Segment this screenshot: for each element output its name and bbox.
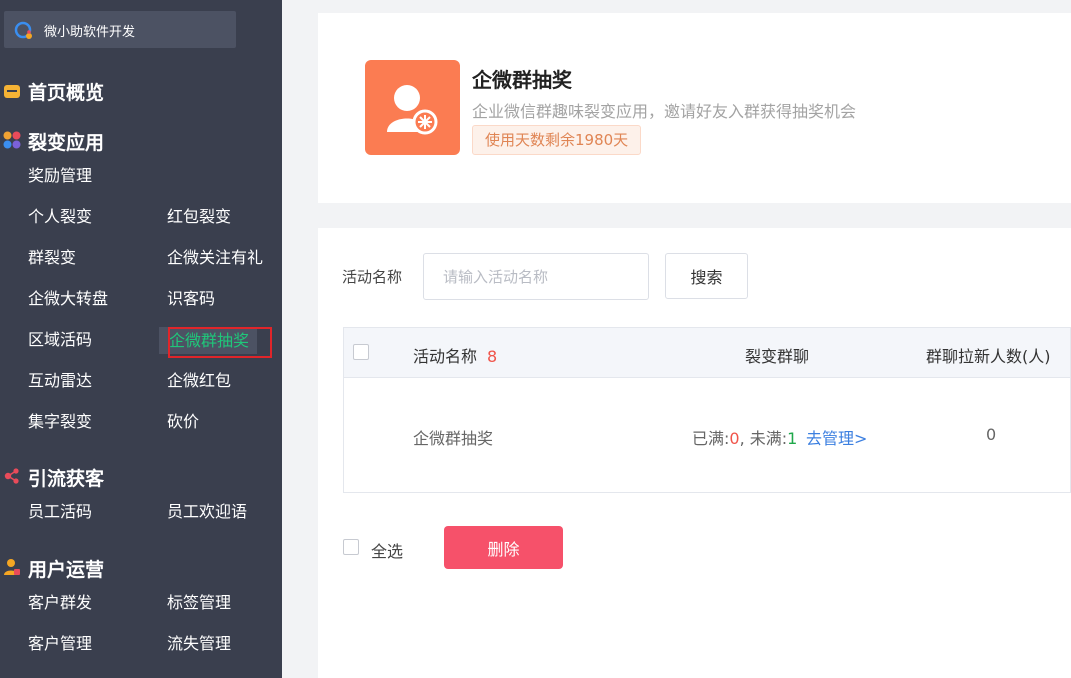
days-remaining-badge: 使用天数剩余1980天 <box>472 125 642 155</box>
sidebar-item-bargain[interactable]: 砍价 <box>167 410 199 434</box>
select-all-checkbox[interactable] <box>343 539 359 555</box>
sidebar-item-personal-fission[interactable]: 个人裂变 <box>28 205 92 229</box>
brand-bar[interactable]: 微小助软件开发 <box>4 11 236 48</box>
sidebar-item-tag-mgmt[interactable]: 标签管理 <box>167 591 231 615</box>
column-new-users: 群聊拉新人数(人) <box>926 347 1051 366</box>
user-icon <box>4 559 20 575</box>
app-description: 企业微信群趣味裂变应用，邀请好友入群获得抽奖机会 <box>472 102 857 121</box>
section-ops-title: 用户运营 <box>28 559 105 581</box>
delete-button[interactable]: 删除 <box>444 526 563 569</box>
sidebar-item-staff-code[interactable]: 员工活码 <box>28 500 92 524</box>
group-lottery-icon <box>387 85 438 135</box>
sidebar-item-churn-mgmt[interactable]: 流失管理 <box>167 632 231 656</box>
header-select-checkbox[interactable] <box>353 344 369 360</box>
select-all-label[interactable]: 全选 <box>371 538 403 562</box>
table-header: 活动名称 8 裂变群聊 群聊拉新人数(人) <box>344 328 1070 378</box>
highlight-annotation-box <box>168 327 272 358</box>
section-traffic-title: 引流获客 <box>28 468 105 490</box>
sidebar-item-customer-code[interactable]: 识客码 <box>167 287 215 311</box>
activity-name-label: 活动名称 <box>342 268 403 286</box>
sidebar-item-wecom-follow-gift[interactable]: 企微关注有礼 <box>167 246 263 270</box>
brand-logo-icon <box>14 21 32 39</box>
row-new-users: 0 <box>986 425 997 444</box>
manage-link[interactable]: 去管理> <box>806 425 867 449</box>
share-nodes-icon <box>4 468 19 484</box>
column-fission-group: 裂变群聊 <box>745 347 810 366</box>
sidebar-item-reward-mgmt[interactable]: 奖励管理 <box>28 164 92 188</box>
sidebar-item-group-fission[interactable]: 群裂变 <box>28 246 76 270</box>
column-activity-name: 活动名称 8 <box>413 347 498 366</box>
section-fission-title: 裂变应用 <box>28 132 105 154</box>
activity-name-search-input[interactable] <box>423 253 649 300</box>
row-activity-name: 企微群抽奖 <box>413 429 494 448</box>
sidebar: 微小助软件开发 首页概览 裂变应用 奖励管理 个人裂变 红包裂变 群裂变 企微关… <box>0 0 282 678</box>
search-button[interactable]: 搜索 <box>665 253 748 299</box>
brand-name: 微小助软件开发 <box>44 25 136 40</box>
app-title: 企微群抽奖 <box>472 68 572 92</box>
row-group-status: 已满:0, 未满:1 <box>692 429 798 448</box>
activity-table: 活动名称 8 裂变群聊 群聊拉新人数(人) 企微群抽奖 已满:0, 未满:1 去管… <box>343 327 1071 493</box>
sidebar-item-redpacket-fission[interactable]: 红包裂变 <box>167 205 231 229</box>
sidebar-item-interactive-radar[interactable]: 互动雷达 <box>28 369 92 393</box>
home-icon <box>4 85 20 98</box>
activity-count-badge: 8 <box>487 347 498 366</box>
sidebar-item-wecom-redpacket[interactable]: 企微红包 <box>167 369 231 393</box>
sidebar-item-customer-broadcast[interactable]: 客户群发 <box>28 591 92 615</box>
sidebar-item-collect-words[interactable]: 集字裂变 <box>28 410 92 434</box>
app-icon <box>365 60 460 155</box>
apps-grid-icon <box>3 131 21 149</box>
not-full-count: 1 <box>787 429 798 448</box>
sidebar-item-region-code[interactable]: 区域活码 <box>28 328 92 352</box>
sidebar-item-customer-mgmt[interactable]: 客户管理 <box>28 632 92 656</box>
section-home-title: 首页概览 <box>28 82 105 104</box>
sidebar-item-wecom-wheel[interactable]: 企微大转盘 <box>28 287 108 311</box>
full-count: 0 <box>729 429 740 448</box>
sidebar-item-staff-welcome[interactable]: 员工欢迎语 <box>167 500 247 524</box>
